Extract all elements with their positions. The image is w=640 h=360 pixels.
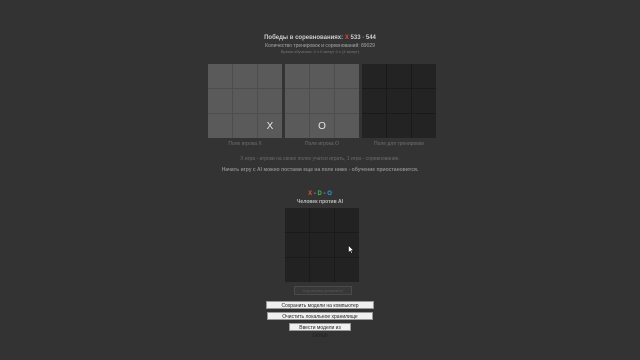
board-cell	[285, 64, 309, 88]
score-line: Победы в соревнованиях: X 533 - 544	[0, 35, 640, 41]
board-player-o: O	[285, 64, 359, 138]
ai-board-cell[interactable]	[285, 233, 309, 257]
save-models-button[interactable]: Сохранить модели на компьютер	[266, 301, 374, 309]
board-caption-training: Поле для тренировки	[374, 141, 424, 147]
load-github-button[interactable]: Ввести модели из GitHub	[289, 323, 351, 339]
score-o-value: 544	[365, 35, 376, 41]
board-cell	[208, 89, 232, 113]
board-cell	[387, 114, 411, 138]
board-cell	[412, 114, 436, 138]
board-cell: O	[310, 114, 334, 138]
board-cell	[285, 89, 309, 113]
ai-board-cell[interactable]	[285, 258, 309, 282]
board-cell	[335, 64, 359, 88]
board-cell	[258, 89, 282, 113]
ai-board-cell[interactable]	[335, 233, 359, 257]
board-cell	[233, 64, 257, 88]
training-timer: Время обучения: 0 ч 0 минут 0 с (4 минут…	[280, 49, 360, 54]
board-cell	[412, 64, 436, 88]
info-text-bold: Начать игру с AI можно постами еще на по…	[221, 167, 419, 173]
board-cell	[233, 89, 257, 113]
board-cell	[362, 89, 386, 113]
ai-status-box: Ход игрока (кликните)	[294, 286, 352, 295]
board-cell	[258, 64, 282, 88]
board-cell	[387, 64, 411, 88]
board-cell	[362, 64, 386, 88]
legend-o: O	[327, 191, 332, 197]
vs-ai-title: Человек против AI	[296, 199, 344, 205]
board-cell	[335, 89, 359, 113]
board-cell	[335, 114, 359, 138]
score-x-mark: X	[344, 35, 349, 41]
board-cell	[412, 89, 436, 113]
board-cell	[208, 64, 232, 88]
mouse-cursor-icon	[348, 245, 354, 254]
ai-board-cell[interactable]	[335, 208, 359, 232]
clear-storage-button[interactable]: Очистить локальное хранилище	[267, 312, 373, 320]
board-cell	[362, 114, 386, 138]
board-cell	[387, 89, 411, 113]
ai-board-cell[interactable]	[310, 258, 334, 282]
board-cell	[208, 114, 232, 138]
ai-board-cell[interactable]	[310, 208, 334, 232]
score-x-value: 533	[350, 35, 361, 41]
board-cell	[310, 89, 334, 113]
board-training	[362, 64, 436, 138]
board-caption-x: Поле игрока X	[228, 141, 262, 147]
board-cell	[233, 114, 257, 138]
score-label: Победы в соревнованиях:	[264, 35, 344, 41]
ai-board-cell[interactable]	[310, 233, 334, 257]
board-cell	[285, 114, 309, 138]
board-caption-o: Поле игрока O	[305, 141, 339, 147]
ai-board-cell[interactable]	[335, 258, 359, 282]
board-cell: X	[258, 114, 282, 138]
result-legend: X - D - O	[0, 191, 640, 197]
info-text: X игра - игроки на своих полях учатся иг…	[240, 156, 400, 162]
ai-board-cell[interactable]	[285, 208, 309, 232]
board-cell	[310, 64, 334, 88]
board-player-x: X	[208, 64, 282, 138]
